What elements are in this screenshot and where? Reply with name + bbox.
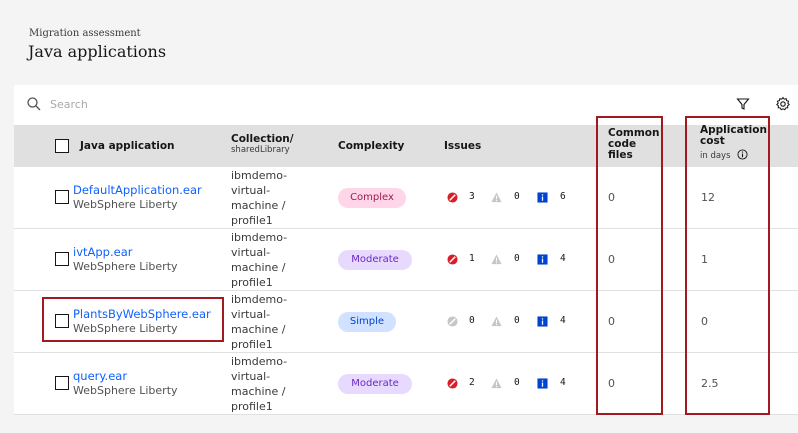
row-checkbox[interactable]: [55, 190, 69, 204]
info-count: 6: [560, 191, 566, 202]
search-icon: [27, 97, 41, 111]
collection-line: ibmdemo-: [231, 231, 288, 244]
warning-count: 0: [514, 191, 520, 202]
gear-icon[interactable]: [775, 96, 791, 112]
collection-line: profile1: [231, 214, 273, 227]
app-name-link[interactable]: ivtApp.ear: [73, 245, 132, 259]
highlight-application-cost-column: [685, 116, 770, 415]
info-square-icon: [537, 316, 548, 327]
column-header-java-application[interactable]: Java application: [80, 140, 175, 152]
column-header-collection-sub: sharedLibrary: [231, 145, 290, 155]
table-row[interactable]: query.ear WebSphere Liberty ibmdemo- vir…: [14, 353, 798, 415]
info-square-icon: [537, 254, 548, 265]
critical-icon: [447, 378, 458, 389]
info-count: 4: [560, 377, 566, 388]
collection-line: machine /: [231, 323, 286, 336]
app-name-link[interactable]: query.ear: [73, 369, 127, 383]
breadcrumb: Migration assessment: [29, 28, 141, 39]
filter-icon[interactable]: [736, 97, 750, 111]
applications-table: Java application Collection/ sharedLibra…: [14, 85, 798, 415]
column-header-collection[interactable]: Collection/ sharedLibrary: [231, 133, 294, 155]
collection-line: ibmdemo-: [231, 355, 288, 368]
critical-icon: [447, 254, 458, 265]
highlight-plantsbywebsphere: [42, 297, 224, 342]
collection-line: profile1: [231, 400, 273, 413]
warning-count: 0: [514, 253, 520, 264]
collection-line: machine /: [231, 199, 286, 212]
critical-count: 0: [469, 315, 475, 326]
collection-line: profile1: [231, 338, 273, 351]
warning-icon: [491, 316, 502, 327]
table-row[interactable]: DefaultApplication.ear WebSphere Liberty…: [14, 167, 798, 229]
info-count: 4: [560, 253, 566, 264]
complexity-tag: Complex: [338, 188, 406, 208]
warning-icon: [491, 378, 502, 389]
complexity-tag: Simple: [338, 312, 396, 332]
critical-icon: [447, 192, 458, 203]
row-checkbox[interactable]: [55, 252, 69, 266]
column-header-issues[interactable]: Issues: [444, 140, 481, 152]
complexity-tag: Moderate: [338, 250, 412, 270]
app-runtime: WebSphere Liberty: [73, 384, 178, 397]
table-toolbar: [14, 85, 798, 125]
info-square-icon: [537, 192, 548, 203]
critical-count: 2: [469, 377, 475, 388]
table-header: Java application Collection/ sharedLibra…: [14, 125, 798, 167]
collection-line: machine /: [231, 261, 286, 274]
collection-line: virtual-: [231, 308, 271, 321]
collection-value: ibmdemo- virtual- machine / profile1: [231, 354, 311, 414]
row-checkbox[interactable]: [55, 376, 69, 390]
page-title: Java applications: [28, 42, 167, 61]
critical-count: 3: [469, 191, 475, 202]
critical-icon: [447, 316, 458, 327]
highlight-common-code-column: [596, 116, 663, 415]
collection-line: virtual-: [231, 246, 271, 259]
warning-count: 0: [514, 315, 520, 326]
collection-line: ibmdemo-: [231, 293, 288, 306]
collection-line: profile1: [231, 276, 273, 289]
collection-value: ibmdemo- virtual- machine / profile1: [231, 230, 311, 290]
app-runtime: WebSphere Liberty: [73, 198, 178, 211]
collection-value: ibmdemo- virtual- machine / profile1: [231, 168, 311, 228]
column-header-complexity[interactable]: Complexity: [338, 140, 404, 152]
info-count: 4: [560, 315, 566, 326]
collection-line: ibmdemo-: [231, 169, 288, 182]
collection-value: ibmdemo- virtual- machine / profile1: [231, 292, 311, 352]
collection-line: machine /: [231, 385, 286, 398]
collection-line: virtual-: [231, 370, 271, 383]
app-name-link[interactable]: DefaultApplication.ear: [73, 183, 202, 197]
column-header-collection-label: Collection/: [231, 133, 294, 145]
collection-line: virtual-: [231, 184, 271, 197]
table-row[interactable]: ivtApp.ear WebSphere Liberty ibmdemo- vi…: [14, 229, 798, 291]
warning-icon: [491, 254, 502, 265]
critical-count: 1: [469, 253, 475, 264]
complexity-tag: Moderate: [338, 374, 412, 394]
app-runtime: WebSphere Liberty: [73, 260, 178, 273]
warning-count: 0: [514, 377, 520, 388]
search-input[interactable]: [50, 93, 450, 115]
select-all-checkbox[interactable]: [55, 139, 69, 153]
warning-icon: [491, 192, 502, 203]
info-square-icon: [537, 378, 548, 389]
